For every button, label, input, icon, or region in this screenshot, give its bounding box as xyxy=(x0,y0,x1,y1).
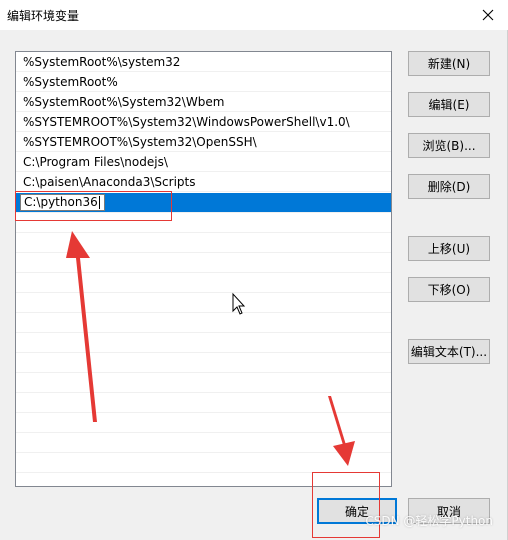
list-item-empty[interactable] xyxy=(16,353,391,373)
text-caret xyxy=(98,196,100,209)
list-item-empty[interactable] xyxy=(16,313,391,333)
list-item-empty[interactable] xyxy=(16,233,391,253)
list-item-empty[interactable] xyxy=(16,333,391,353)
dialog-title: 编辑环境变量 xyxy=(7,9,80,23)
list-item-empty[interactable] xyxy=(16,293,391,313)
list-item-text: %SYSTEMROOT%\System32\OpenSSH\ xyxy=(23,135,257,149)
list-item-empty[interactable] xyxy=(16,433,391,453)
close-button[interactable] xyxy=(478,5,498,25)
list-item[interactable]: C:\paisen\Anaconda3\Scripts xyxy=(16,172,391,192)
list-item-text: %SYSTEMROOT%\System32\WindowsPowerShell\… xyxy=(23,115,350,129)
edit-button[interactable]: 编辑(E) xyxy=(408,92,490,117)
close-icon xyxy=(482,9,494,21)
edit-text-button[interactable]: 编辑文本(T)... xyxy=(408,339,490,364)
list-item-empty[interactable] xyxy=(16,413,391,433)
list-item-empty[interactable] xyxy=(16,453,391,473)
new-button[interactable]: 新建(N) xyxy=(408,51,490,76)
list-item[interactable]: %SYSTEMROOT%\System32\OpenSSH\ xyxy=(16,132,391,152)
edit-env-var-dialog: 编辑环境变量 %SystemRoot%\system32 %SystemRoot… xyxy=(0,0,508,540)
list-item-text: C:\Program Files\nodejs\ xyxy=(23,155,168,169)
path-list[interactable]: %SystemRoot%\system32 %SystemRoot% %Syst… xyxy=(15,51,392,487)
list-item-selected[interactable]: C:\python36 xyxy=(16,193,391,213)
list-item[interactable]: C:\Program Files\nodejs\ xyxy=(16,152,391,172)
delete-button[interactable]: 删除(D) xyxy=(408,174,490,199)
list-item-text: C:\paisen\Anaconda3\Scripts xyxy=(23,175,196,189)
path-edit-value: C:\python36 xyxy=(24,195,98,209)
list-item-text: %SystemRoot%\System32\Wbem xyxy=(23,95,225,109)
list-item-empty[interactable] xyxy=(16,253,391,273)
move-down-button[interactable]: 下移(O) xyxy=(408,277,490,302)
list-item-empty[interactable] xyxy=(16,373,391,393)
list-item-text: %SystemRoot%\system32 xyxy=(23,55,181,69)
list-item[interactable]: %SystemRoot% xyxy=(16,72,391,92)
list-item[interactable]: %SYSTEMROOT%\System32\WindowsPowerShell\… xyxy=(16,112,391,132)
path-edit-input[interactable]: C:\python36 xyxy=(20,194,105,211)
list-item[interactable]: %SystemRoot%\system32 xyxy=(16,52,391,72)
list-item-empty[interactable] xyxy=(16,273,391,293)
list-item[interactable]: %SystemRoot%\System32\Wbem xyxy=(16,92,391,112)
title-bar: 编辑环境变量 xyxy=(0,0,508,30)
browse-button[interactable]: 浏览(B)... xyxy=(408,133,490,158)
move-up-button[interactable]: 上移(U) xyxy=(408,236,490,261)
list-item-empty[interactable] xyxy=(16,393,391,413)
list-item-empty[interactable] xyxy=(16,213,391,233)
watermark: CSDN @轻松学Python xyxy=(365,514,493,528)
list-item-text: %SystemRoot% xyxy=(23,75,118,89)
